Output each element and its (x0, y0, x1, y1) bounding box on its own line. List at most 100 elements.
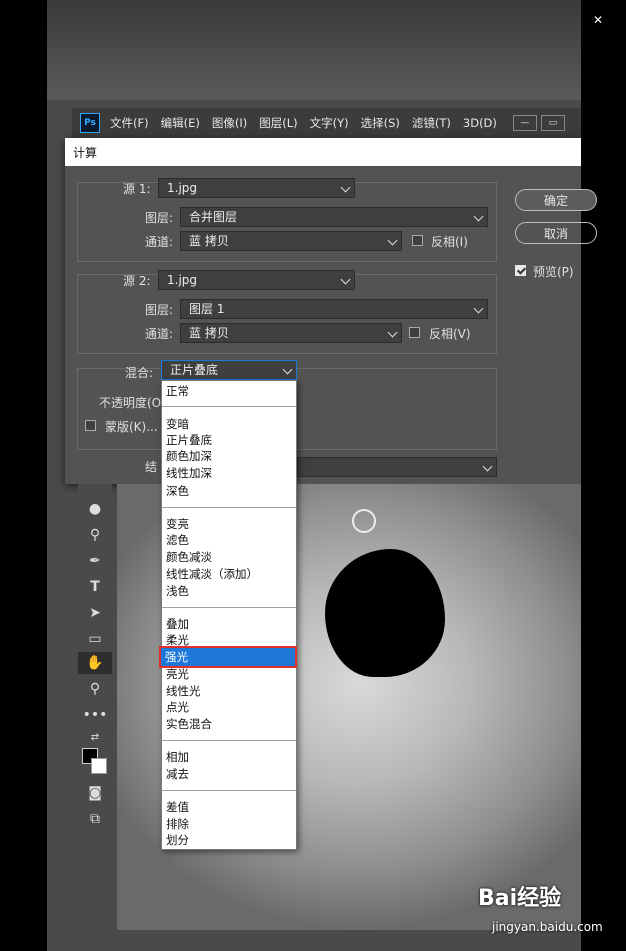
blend-option-pin-light[interactable]: 点光 (166, 699, 189, 715)
blend-option-linear-dodge[interactable]: 线性减淡（添加） (166, 566, 258, 582)
blend-option-difference[interactable]: 差值 (166, 799, 189, 815)
blend-option-screen[interactable]: 滤色 (166, 532, 189, 548)
list-separator (162, 607, 296, 608)
menu-filter[interactable]: 滤镜(T) (412, 115, 451, 131)
blend-option-multiply[interactable]: 正片叠底 (166, 432, 212, 448)
baidu-watermark: Bai经验 (478, 886, 562, 911)
cancel-button[interactable]: 取消 (515, 222, 597, 244)
blend-mode-value: 正片叠底 (170, 363, 219, 377)
blend-option-add[interactable]: 相加 (166, 749, 189, 765)
source1-channel-select[interactable]: 蓝 拷贝 (180, 231, 402, 251)
menu-3d[interactable]: 3D(D) (463, 116, 497, 130)
chevron-down-icon (387, 235, 398, 246)
more-tools-icon[interactable]: ••• (78, 704, 112, 726)
chevron-down-icon (282, 364, 293, 375)
baidu-watermark-url: jingyan.baidu.com (492, 920, 603, 934)
blend-option-lighten[interactable]: 变亮 (166, 516, 189, 532)
source1-file-value: 1.jpg (167, 181, 198, 195)
blend-option-darker-color[interactable]: 深色 (166, 483, 189, 499)
source1-label: 源 1: (123, 182, 151, 196)
source2-channel-label: 通道: (145, 327, 174, 341)
opacity-label: 不透明度(O (99, 396, 162, 410)
app-minimize-icon[interactable]: — (512, 115, 537, 131)
source2-channel-value: 蓝 拷贝 (189, 326, 229, 340)
source1-invert-checkbox[interactable] (412, 235, 423, 246)
list-separator (162, 406, 296, 407)
black-mouth-shape (325, 549, 445, 677)
source2-file-value: 1.jpg (167, 273, 198, 287)
result-select[interactable] (297, 457, 497, 477)
path-select-tool-icon[interactable]: ➤ (78, 602, 112, 624)
source2-file-select[interactable]: 1.jpg (158, 270, 355, 290)
blend-option-subtract[interactable]: 减去 (166, 766, 189, 782)
quick-mask-icon[interactable]: ◙ (78, 782, 112, 804)
dodge-tool-icon[interactable]: ⚲ (78, 524, 112, 546)
menu-file[interactable]: 文件(F) (110, 115, 149, 131)
source2-layer-label: 图层: (145, 303, 174, 317)
background-color-swatch[interactable] (91, 758, 107, 774)
hand-tool-icon[interactable]: ✋ (78, 652, 112, 674)
blend-option-lighter-color[interactable]: 浅色 (166, 583, 189, 599)
source2-channel-select[interactable]: 蓝 拷贝 (180, 323, 402, 343)
pen-tool-icon[interactable]: ✒ (78, 550, 112, 572)
menu-image[interactable]: 图像(I) (212, 115, 247, 131)
menu-edit[interactable]: 编辑(E) (161, 115, 200, 131)
source1-channel-label: 通道: (145, 235, 174, 249)
ps-logo-icon: Ps (80, 113, 100, 133)
source1-layer-label: 图层: (145, 211, 174, 225)
tools-panel: ● ⚲ ✒ T ➤ ▭ ✋ ⚲ ••• ⇄ ◙ ⧉ (78, 484, 112, 854)
blend-option-linear-light[interactable]: 线性光 (166, 683, 201, 699)
nose-ring (352, 509, 376, 533)
source2-label: 源 2: (123, 274, 151, 288)
preview-checkbox[interactable] (515, 265, 526, 276)
mask-checkbox[interactable] (85, 420, 96, 431)
dialog-title-bar: 计算 (65, 138, 581, 166)
blend-option-hard-light-highlighted[interactable]: 强光 (159, 646, 297, 668)
menu-bar: Ps 文件(F) 编辑(E) 图像(I) 图层(L) 文字(Y) 选择(S) 滤… (72, 108, 581, 138)
source1-channel-value: 蓝 拷贝 (189, 234, 229, 248)
source1-invert-label: 反相(I) (431, 235, 468, 249)
ok-button[interactable]: 确定 (515, 189, 597, 211)
chevron-down-icon (482, 461, 493, 472)
blend-option-normal[interactable]: 正常 (166, 383, 189, 399)
source2-layer-value: 图层 1 (189, 302, 225, 316)
source1-layer-value: 合并图层 (189, 210, 238, 224)
blend-option-linear-burn[interactable]: 线性加深 (166, 465, 212, 481)
blend-option-color-dodge[interactable]: 颜色减淡 (166, 549, 212, 565)
blend-option-vivid-light[interactable]: 亮光 (166, 666, 189, 682)
app-restore-icon[interactable]: ▭ (540, 115, 565, 131)
blend-option-hard-light-label: 强光 (165, 650, 188, 664)
calculations-dialog: 计算 源 1: 1.jpg 图层: 合并图层 通道: 蓝 拷贝 反相(I) 源 … (65, 138, 597, 484)
blend-option-hard-mix[interactable]: 实色混合 (166, 716, 212, 732)
blend-option-divide[interactable]: 划分 (166, 832, 189, 848)
blur-tool-icon[interactable]: ● (78, 498, 112, 520)
menu-layer[interactable]: 图层(L) (259, 115, 297, 131)
blend-mode-list: 正常 变暗 正片叠底 颜色加深 线性加深 深色 变亮 滤色 颜色减淡 线性减淡（… (161, 380, 297, 850)
rectangle-tool-icon[interactable]: ▭ (78, 628, 112, 650)
blend-option-darken[interactable]: 变暗 (166, 416, 189, 432)
blend-option-color-burn[interactable]: 颜色加深 (166, 448, 212, 464)
source2-layer-select[interactable]: 图层 1 (180, 299, 488, 319)
menu-select[interactable]: 选择(S) (361, 115, 400, 131)
source1-file-select[interactable]: 1.jpg (158, 178, 355, 198)
type-tool-icon[interactable]: T (78, 576, 112, 598)
preview-label: 预览(P) (533, 265, 574, 279)
blend-option-overlay[interactable]: 叠加 (166, 616, 189, 632)
blend-option-exclusion[interactable]: 排除 (166, 816, 189, 832)
zoom-tool-icon[interactable]: ⚲ (78, 678, 112, 700)
dialog-title: 计算 (73, 145, 98, 160)
blurred-header (47, 0, 581, 100)
blend-option-soft-light[interactable]: 柔光 (166, 632, 189, 648)
blend-mode-select[interactable]: 正片叠底 (161, 360, 297, 380)
screen-mode-icon[interactable]: ⧉ (78, 808, 112, 830)
blend-label: 混合: (125, 366, 154, 380)
chevron-down-icon (387, 327, 398, 338)
chevron-down-icon (340, 182, 351, 193)
list-separator (162, 790, 296, 791)
swap-colors-icon[interactable]: ⇄ (78, 726, 112, 748)
source2-invert-label: 反相(V) (429, 327, 471, 341)
source2-invert-checkbox[interactable] (409, 327, 420, 338)
menu-type[interactable]: 文字(Y) (310, 115, 349, 131)
source1-layer-select[interactable]: 合并图层 (180, 207, 488, 227)
chevron-down-icon (473, 211, 484, 222)
